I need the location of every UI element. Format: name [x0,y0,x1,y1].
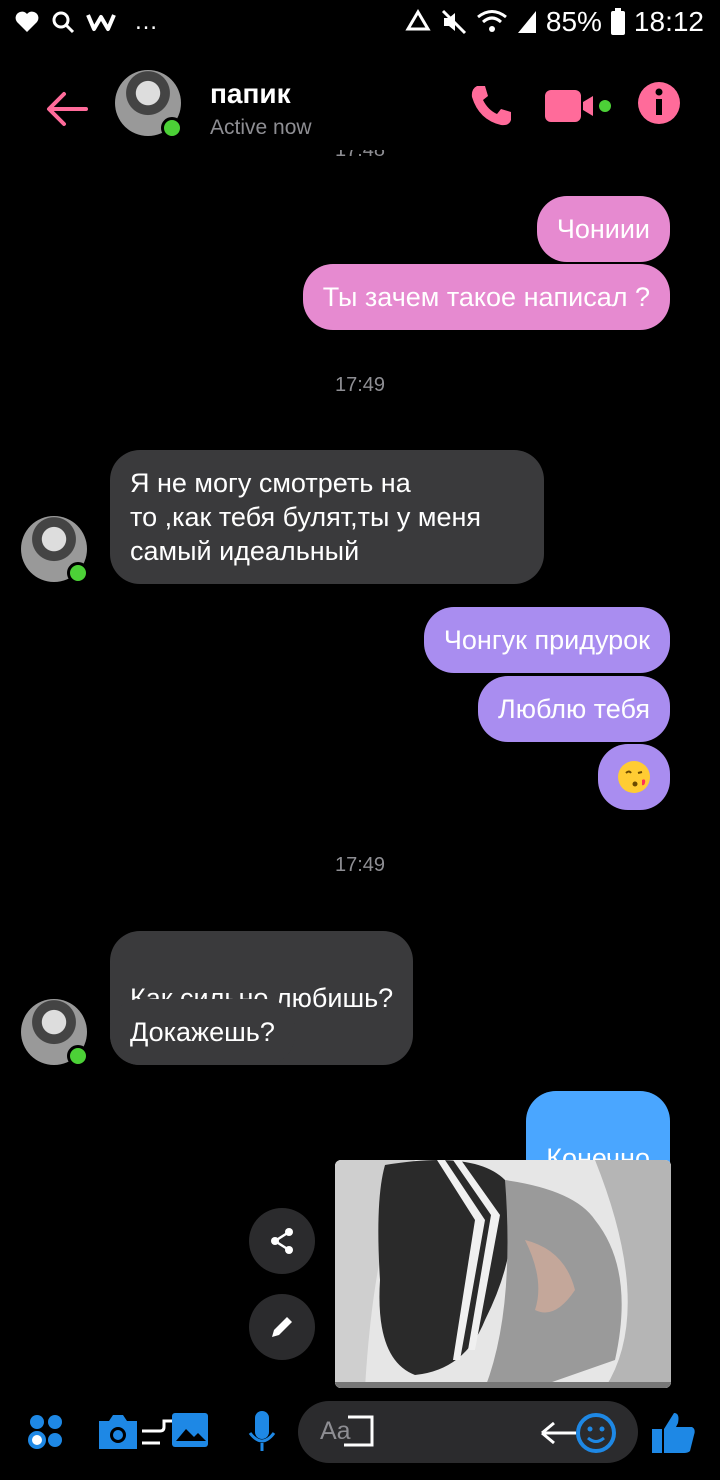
emoji-button[interactable] [540,1411,620,1455]
camera-icon [99,1415,137,1449]
voice-call-button[interactable] [465,80,517,132]
status-bar: … 85% 18:12 [0,0,720,50]
pencil-icon [272,1317,292,1337]
mute-icon [440,8,468,36]
info-button[interactable] [636,80,688,132]
edit-button[interactable] [249,1294,315,1360]
battery-icon [610,8,626,36]
phone-icon [471,86,511,126]
wattpad-icon [86,11,116,33]
message-outgoing[interactable]: Люблю тебя [478,676,670,742]
video-camera-icon [545,90,611,122]
thumbs-up-icon [652,1413,695,1453]
smiley-icon [541,1413,616,1453]
gallery-button[interactable] [140,1409,210,1453]
photo-attachment[interactable] [335,1160,671,1388]
search-icon [50,9,76,35]
wifi-icon [476,9,508,35]
camera-button[interactable] [95,1413,141,1451]
photo-image [335,1160,671,1388]
share-button[interactable] [249,1208,315,1274]
contact-status: Active now [210,116,312,139]
video-call-button[interactable] [543,80,615,132]
contact-name[interactable]: папик [210,78,291,110]
message-outgoing[interactable]: Чонгук придурок [423,607,670,673]
status-right-icons: 85% 18:12 [404,6,704,38]
input-overlay-glyph [340,1411,380,1451]
microphone-icon [248,1411,276,1451]
battery-percent: 85% [545,6,602,37]
share-icon [271,1228,293,1254]
gallery-icon [142,1413,208,1447]
like-button[interactable] [650,1409,698,1457]
clock: 18:12 [633,6,704,37]
message-outgoing-emoji[interactable] [598,744,670,810]
timestamp: 17:49 [334,854,386,876]
chat-header: папик Active now [0,60,720,155]
online-indicator [161,117,183,139]
heart-icon [14,10,40,34]
timestamp: 17:49 [334,374,386,396]
timestamp-partial: 17:48 [334,150,386,161]
online-indicator [67,1045,89,1067]
voice-message-button[interactable] [246,1409,278,1457]
online-indicator [67,562,89,584]
message-incoming[interactable]: Я не могу смотреть на то ,как тебя булят… [110,450,544,584]
four-dots-icon [28,1415,62,1449]
status-left-icons: … [14,8,158,36]
back-arrow-icon [47,92,88,126]
composer-bar: Aa [0,1395,720,1480]
message-outgoing[interactable]: Чониии [536,196,670,262]
message-incoming[interactable]: Докажешь? [110,999,295,1065]
more-notifications: … [134,8,158,35]
recycle-icon [404,9,432,35]
message-outgoing[interactable]: Ты зачем такое написал ? [302,264,670,330]
signal-icon [516,9,538,35]
info-icon [638,82,680,124]
kissing-face-emoji-icon [618,761,650,793]
more-actions-button[interactable] [28,1413,64,1449]
back-button[interactable] [42,84,92,134]
